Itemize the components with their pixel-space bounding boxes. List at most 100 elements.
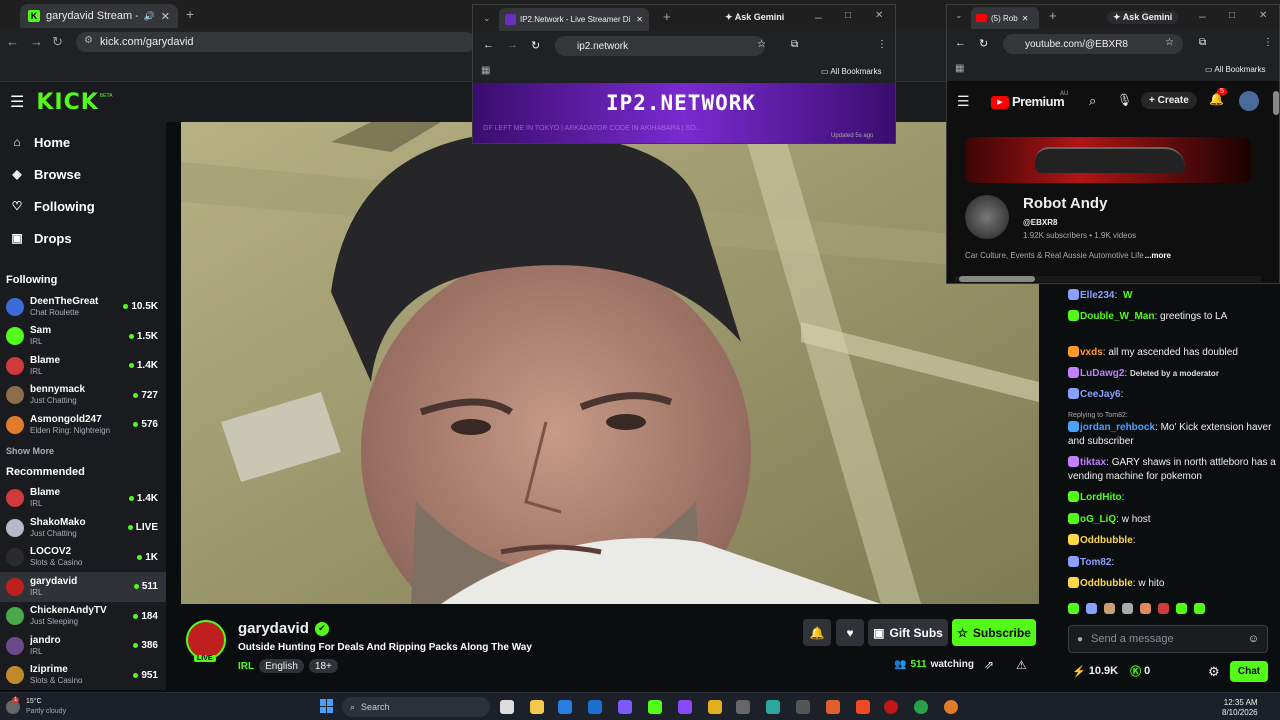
ip2-tab[interactable]: IP2.Network - Live Streamer Di ✕ — [499, 8, 649, 31]
channel-item[interactable]: Asmongold247 Elden Ring: Nightreign 576 — [0, 410, 166, 440]
report-icon[interactable]: ⚠ — [1016, 658, 1027, 672]
maximize-icon[interactable]: □ — [1229, 10, 1235, 21]
chat-username[interactable]: LuDawg2 — [1080, 368, 1124, 379]
category-link[interactable]: IRL — [238, 661, 254, 672]
clipchamp-icon[interactable] — [678, 700, 692, 714]
nav-drops[interactable]: ▣ Drops — [0, 222, 166, 254]
nav-browse[interactable]: ◈ Browse — [0, 158, 166, 190]
minimize-icon[interactable]: – — [815, 10, 822, 24]
channel-item[interactable]: Sam IRL 1.5K — [0, 322, 166, 352]
chat-username[interactable]: oG_LiQ — [1080, 514, 1116, 525]
extensions-icon[interactable]: ⧉ — [791, 39, 798, 50]
back-icon[interactable]: ← — [6, 34, 19, 49]
video-player[interactable] — [181, 122, 1039, 604]
reload-icon[interactable]: ↻ — [52, 34, 63, 50]
speaker-icon[interactable]: 🔊 — [144, 11, 155, 22]
bookmarks-folder[interactable]: ▭ All Bookmarks — [1205, 65, 1265, 74]
clock[interactable]: 12:35 AM 8/10/2026 — [1222, 698, 1258, 718]
maximize-icon[interactable]: □ — [845, 10, 851, 21]
tab-close-icon[interactable]: ✕ — [636, 15, 643, 24]
emote-icon[interactable] — [1104, 603, 1115, 614]
star-icon[interactable]: ☆ — [1165, 37, 1174, 48]
create-button[interactable]: + Create — [1141, 92, 1197, 109]
channel-item[interactable]: ShakoMako Just Chatting LIVE — [0, 513, 166, 543]
channel-item[interactable]: bennymack Just Chatting 727 — [0, 381, 166, 411]
chat-settings-icon[interactable]: ⚙ — [1208, 664, 1220, 680]
chat-username[interactable]: LordHito — [1080, 492, 1122, 503]
more-icon[interactable]: ⋮ — [877, 39, 887, 50]
search-icon[interactable]: ⌕ — [1089, 93, 1096, 109]
site-info-icon[interactable]: ⚙ — [84, 35, 93, 46]
chat-username[interactable]: jordan_rehbock — [1080, 422, 1155, 433]
app-icon[interactable] — [736, 700, 750, 714]
chat-username[interactable]: Elle234 — [1080, 290, 1114, 301]
tab-close-icon[interactable]: ✕ — [161, 10, 170, 23]
chat-username[interactable]: CeeJay6 — [1080, 389, 1121, 400]
channel-item[interactable]: garydavid IRL 511 — [0, 572, 166, 602]
yt-avatar[interactable] — [1239, 91, 1259, 111]
store-icon[interactable] — [558, 700, 572, 714]
share-icon[interactable]: ⇗ — [984, 658, 994, 672]
channel-item[interactable]: Blame IRL 1.4K — [0, 351, 166, 381]
youtube-logo-icon[interactable]: ▶ — [991, 96, 1009, 109]
ip2-address-bar[interactable]: ip2.network — [555, 36, 765, 56]
chat-username[interactable]: Oddbubble — [1080, 535, 1133, 546]
points-display[interactable]: ⚡ 10.9K — [1072, 665, 1118, 678]
address-bar[interactable]: kick.com/garydavid — [76, 32, 476, 52]
app-icon[interactable] — [796, 700, 810, 714]
channel-item[interactable]: LOCOV2 Slots & Casino 1K — [0, 543, 166, 573]
channel-item[interactable]: Iziprime Slots & Casino 951 — [0, 661, 166, 691]
close-icon[interactable]: ✕ — [875, 10, 883, 21]
weather-widget[interactable]: 1 15°C Partly cloudy — [6, 697, 66, 717]
outlook-icon[interactable] — [588, 700, 602, 714]
kick-logo[interactable]: KICK — [36, 90, 98, 115]
notify-button[interactable]: 🔔 — [803, 619, 831, 646]
task-view-icon[interactable] — [500, 700, 514, 714]
vertical-scrollbar[interactable] — [1273, 91, 1279, 115]
yt-more-link[interactable]: ...more — [1145, 251, 1171, 260]
back-icon[interactable]: ← — [483, 39, 494, 51]
ask-gemini-button[interactable]: ✦ Ask Gemini — [725, 12, 784, 23]
channel-name[interactable]: garydavid — [238, 620, 309, 637]
channel-item[interactable]: Blame IRL 1.4K — [0, 484, 166, 514]
emote-icon[interactable] — [1068, 603, 1079, 614]
yt-address-bar[interactable]: youtube.com/@EBXR8 — [1003, 34, 1183, 54]
apps-icon[interactable]: ▦ — [955, 63, 964, 74]
yt-tab[interactable]: (5) Rob ✕ — [971, 7, 1039, 29]
nav-following[interactable]: ♡ Following — [0, 190, 166, 222]
emote-icon[interactable] — [1122, 603, 1133, 614]
new-tab-icon[interactable]: + — [1049, 8, 1057, 23]
file-explorer-icon[interactable] — [530, 700, 544, 714]
emote-icon[interactable] — [1140, 603, 1151, 614]
forward-icon[interactable]: → — [507, 39, 518, 51]
more-icon[interactable]: ⋮ — [1263, 37, 1273, 48]
reload-icon[interactable]: ↻ — [979, 37, 988, 50]
close-icon[interactable]: ✕ — [1259, 10, 1267, 21]
forward-icon[interactable]: → — [30, 34, 43, 49]
chat-username[interactable]: tiktax — [1080, 457, 1106, 468]
reload-icon[interactable]: ↻ — [531, 39, 540, 52]
chat-username[interactable]: Tom82 — [1080, 557, 1112, 568]
channel-avatar[interactable] — [186, 620, 226, 660]
yt-description[interactable]: Car Culture, Events & Real Aussie Automo… — [965, 251, 1171, 260]
emote-icon[interactable] — [1086, 603, 1097, 614]
bookmarks-folder[interactable]: ▭ All Bookmarks — [821, 67, 881, 76]
minimize-icon[interactable]: – — [1199, 9, 1206, 23]
tag-language[interactable]: English — [259, 659, 304, 673]
emote-icon[interactable] — [1158, 603, 1169, 614]
taskbar-search[interactable]: ⌕ Search — [342, 697, 490, 717]
gift-subs-button[interactable]: ▣ Gift Subs — [868, 619, 948, 646]
chat-send-button[interactable]: Chat — [1230, 661, 1268, 682]
tab-close-icon[interactable]: ✕ — [1022, 14, 1029, 23]
brave-icon[interactable] — [856, 700, 870, 714]
kick-app-icon[interactable] — [648, 700, 662, 714]
apps-icon[interactable]: ▦ — [481, 65, 490, 76]
subscribe-button[interactable]: ☆ Subscribe — [952, 619, 1036, 646]
app-grid-icon[interactable] — [618, 700, 632, 714]
nav-home[interactable]: ⌂ Home — [0, 126, 166, 158]
horizontal-scrollbar[interactable] — [955, 276, 1261, 282]
extensions-icon[interactable]: ⧉ — [1199, 37, 1206, 48]
scrollbar-thumb[interactable] — [959, 276, 1035, 282]
new-tab-icon[interactable]: + — [663, 9, 671, 24]
emote-icon[interactable] — [1194, 603, 1205, 614]
